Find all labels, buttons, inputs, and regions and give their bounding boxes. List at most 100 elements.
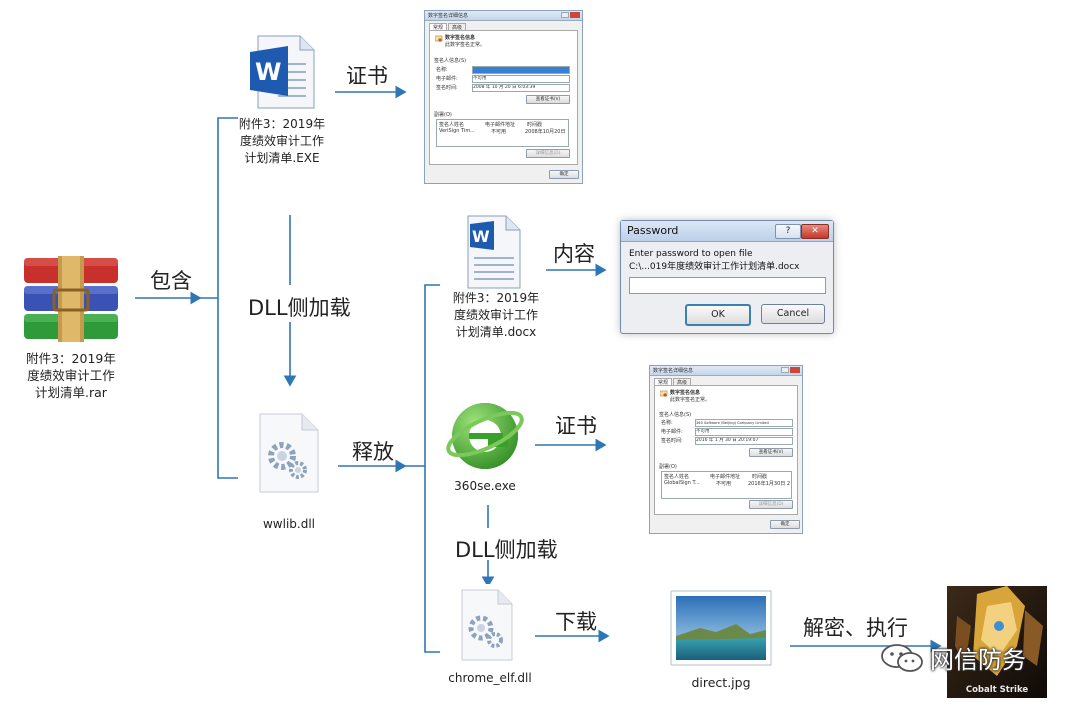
table-header: 签名人姓名 (439, 122, 465, 128)
caption-docx: 附件3：2019年 度绩效审计工作 计划清单.docx (452, 291, 540, 339)
bracket-right (424, 284, 440, 653)
table-cell: 不可用 (716, 481, 732, 487)
bracket-left (217, 117, 238, 479)
label-decrypt-exec: 解密、执行 (803, 616, 908, 640)
caption-cobalt: Cobalt Strike (965, 685, 1029, 695)
certificate-icon (435, 35, 443, 42)
label-download: 下载 (555, 610, 597, 634)
countersig-table: 签名人姓名 电子邮件地址 时间戳 VeriSign Tim... 不可用 200… (436, 119, 569, 147)
ok-button[interactable]: 确定 (770, 520, 800, 529)
table-cell: 2016年1月30日 2 (748, 481, 791, 487)
caption-rar: 附件3：2019年 度绩效审计工作 计划清单.rar (26, 351, 116, 400)
time-field[interactable]: 2016 年 1 月 30 日 20:19:07 (695, 437, 793, 445)
label-contains: 包含 (150, 269, 192, 293)
countersig-table: 签名人姓名 电子邮件地址 时间戳 GlobalSign T... 不可用 201… (661, 471, 792, 499)
time-field[interactable]: 2008 年 10 月 20 日 6:03:39 (472, 84, 570, 92)
cert-status: 此数字签名正常。 (670, 397, 711, 403)
360-browser-icon (446, 403, 524, 469)
winrar-archive-icon (24, 256, 118, 342)
prompt-path: C:\...019年度绩效审计工作计划清单.docx (629, 262, 800, 272)
cert-dialog-1: 数字签名详细信息 常规 高级 数字签名信息 此数字签名正常。 签名人信息(S) … (424, 10, 583, 184)
node-wwlib: wwlib.dll (240, 404, 338, 542)
help-button[interactable] (561, 12, 569, 18)
name-field[interactable]: 360 Software (Beijing) Company Limited (695, 419, 793, 427)
table-cell: 不可用 (491, 129, 507, 135)
countersig-section: 副署(O) (659, 464, 677, 470)
image-file-icon (670, 590, 772, 666)
node-docx: W 附件3：2019年 度绩效审计工作 计划清单.docx (446, 210, 546, 339)
table-cell: 2008年10月20日 (525, 129, 566, 135)
caption-exe: 附件3：2019年 度绩效审计工作 计划清单.EXE (238, 117, 326, 165)
table-header: 电子邮件地址 (710, 474, 741, 480)
node-direct: direct.jpg (656, 584, 786, 694)
password-input[interactable] (629, 277, 826, 294)
email-label: 电子邮件: (661, 429, 683, 435)
cancel-button[interactable]: Cancel (761, 304, 825, 324)
cert-panel: 数字签名信息 此数字签名正常。 签名人信息(S) 名称: 电子邮件: 不可用 签… (429, 30, 578, 165)
email-label: 电子邮件: (436, 76, 458, 82)
node-360se: 360se.exe (440, 392, 530, 496)
label-cert-1: 证书 (346, 64, 388, 88)
table-cell: VeriSign Tim... (439, 128, 475, 134)
time-label: 签名时间: (436, 85, 458, 91)
word-document-icon: W (250, 35, 315, 109)
ok-button[interactable]: 确定 (549, 170, 579, 179)
caption-direct: direct.jpg (691, 675, 751, 690)
cert-heading: 数字签名信息 (445, 35, 476, 41)
help-button[interactable] (781, 367, 789, 373)
label-release: 释放 (352, 440, 394, 464)
node-exe: W 附件3：2019年 度绩效审计工作 计划清单.EXE (239, 24, 325, 174)
table-header: 电子邮件地址 (485, 122, 516, 128)
cert-dialog-title: 数字签名详细信息 (428, 13, 469, 19)
cert-dialog-2: 数字签名详细信息 常规 高级 数字签名信息 此数字签名正常。 签名人信息(S) … (649, 365, 803, 534)
table-cell: GlobalSign T... (664, 480, 700, 486)
email-field[interactable]: 不可用 (472, 75, 570, 83)
view-certificate-button[interactable]: 查看证书(V) (526, 95, 570, 104)
close-button[interactable] (570, 12, 580, 18)
name-field[interactable] (472, 66, 570, 74)
cert-panel: 数字签名信息 此数字签名正常。 签名人信息(S) 名称: 360 Softwar… (654, 385, 798, 515)
cert-status: 此数字签名正常。 (445, 42, 486, 48)
certificate-icon (660, 390, 668, 397)
table-header: 时间戳 (752, 474, 768, 480)
cert-dialog-title: 数字签名详细信息 (653, 368, 694, 374)
password-dialog: Password ? ✕ Enter password to open file… (620, 220, 834, 334)
svg-text:W: W (472, 227, 490, 246)
table-header: 签名人姓名 (664, 474, 690, 480)
password-dialog-titlebar: Password ? ✕ (621, 221, 833, 242)
signer-section: 签名人信息(S) (659, 412, 692, 418)
ok-button[interactable]: OK (685, 304, 751, 326)
caption-chrome-elf: chrome_elf.dll (448, 671, 532, 685)
label-dll-sideload-2: DLL侧加载 (455, 538, 558, 562)
help-button[interactable]: ? (775, 224, 801, 239)
time-label: 签名时间: (661, 438, 683, 444)
table-header: 时间戳 (527, 122, 543, 128)
node-chrome-elf: chrome_elf.dll (446, 584, 534, 692)
close-button[interactable] (790, 367, 800, 373)
email-field[interactable]: 不可用 (695, 428, 793, 436)
label-cert-2: 证书 (555, 414, 597, 438)
cert-heading: 数字签名信息 (670, 390, 701, 396)
watermark-text: 网信防务 (930, 646, 1026, 674)
close-button[interactable]: ✕ (801, 224, 829, 239)
password-prompt: Enter password to open file C:\...019年度绩… (629, 248, 799, 274)
word-document-icon: W (467, 215, 521, 289)
prompt-text: Enter password to open file (629, 249, 753, 259)
dll-gear-icon (461, 589, 513, 661)
svg-text:W: W (255, 58, 281, 86)
label-dll-sideload-1: DLL侧加载 (248, 296, 351, 320)
watermark: 网信防务 (880, 640, 1026, 675)
caption-wwlib: wwlib.dll (262, 517, 315, 531)
countersig-section: 副署(O) (434, 112, 452, 118)
signer-section: 签名人信息(S) (434, 58, 467, 64)
password-dialog-title: Password (627, 224, 679, 237)
view-certificate-button[interactable]: 查看证书(V) (749, 448, 793, 457)
details-button[interactable]: 详细信息(D) (749, 500, 793, 509)
name-label: 名称: (661, 420, 673, 426)
dll-gear-icon (259, 413, 319, 493)
details-button[interactable]: 详细信息(D) (526, 149, 570, 158)
caption-360se: 360se.exe (454, 479, 516, 493)
node-rar (20, 256, 122, 342)
name-label: 名称: (436, 67, 448, 73)
wechat-icon (881, 643, 923, 672)
